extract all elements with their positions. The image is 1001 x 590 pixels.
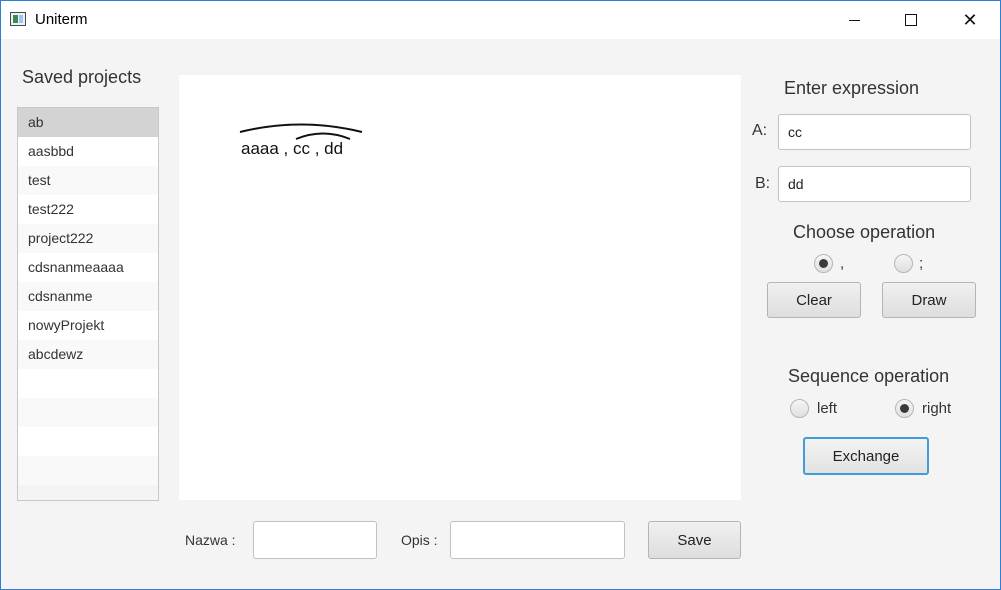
list-item[interactable]: test222 bbox=[18, 195, 158, 224]
list-item[interactable]: aasbbd bbox=[18, 137, 158, 166]
outer-arc bbox=[239, 123, 363, 133]
saved-projects-title: Saved projects bbox=[22, 67, 142, 87]
list-empty-row bbox=[18, 398, 158, 427]
drawing-canvas: aaaa , cc , dd bbox=[179, 75, 741, 500]
semicolon-radio[interactable] bbox=[894, 254, 913, 273]
list-item[interactable]: cdsnanme bbox=[18, 282, 158, 311]
clear-button[interactable]: Clear bbox=[767, 282, 861, 318]
opis-label: Opis : bbox=[401, 532, 438, 548]
b-label: B: bbox=[755, 175, 771, 192]
app-icon bbox=[10, 12, 26, 26]
drawn-expression: aaaa , cc , dd bbox=[241, 139, 344, 158]
right-radio-label: right bbox=[922, 400, 952, 417]
list-item[interactable]: ab bbox=[18, 108, 158, 137]
list-item[interactable]: abcdewz bbox=[18, 340, 158, 369]
list-item[interactable]: project222 bbox=[18, 224, 158, 253]
left-radio[interactable] bbox=[790, 399, 809, 418]
nazwa-input[interactable] bbox=[253, 521, 377, 559]
right-radio[interactable] bbox=[895, 399, 914, 418]
close-button[interactable]: ✕ bbox=[947, 1, 993, 39]
nazwa-label: Nazwa : bbox=[185, 532, 236, 548]
left-radio-label: left bbox=[817, 400, 838, 417]
choose-operation-title: Choose operation bbox=[793, 222, 936, 242]
sequence-operation-title: Sequence operation bbox=[788, 366, 950, 386]
b-input[interactable] bbox=[778, 166, 971, 202]
window-title: Uniterm bbox=[35, 11, 88, 28]
saved-projects-list[interactable]: ab aasbbd test test222 project222 cdsnanmeaaa… bbox=[17, 107, 159, 501]
list-empty-row bbox=[18, 456, 158, 485]
list-item[interactable]: cdsnanmeaaaa bbox=[18, 253, 158, 282]
draw-button[interactable]: Draw bbox=[882, 282, 976, 318]
list-item[interactable]: nowyProjekt bbox=[18, 311, 158, 340]
exchange-button[interactable]: Exchange bbox=[803, 437, 929, 475]
list-item[interactable]: test bbox=[18, 166, 158, 195]
minimize-button[interactable] bbox=[831, 1, 877, 39]
semicolon-radio-label: ; bbox=[919, 255, 924, 272]
a-input[interactable] bbox=[778, 114, 971, 150]
maximize-icon bbox=[905, 14, 917, 26]
save-button[interactable]: Save bbox=[648, 521, 741, 559]
list-empty-row bbox=[18, 427, 158, 456]
a-label: A: bbox=[752, 122, 768, 139]
opis-input[interactable] bbox=[450, 521, 625, 559]
maximize-button[interactable] bbox=[888, 1, 934, 39]
comma-radio-label: , bbox=[840, 255, 845, 272]
title-bar: Uniterm ✕ bbox=[1, 1, 1000, 39]
enter-expression-title: Enter expression bbox=[784, 78, 920, 98]
close-icon: ✕ bbox=[962, 9, 978, 30]
list-empty-row bbox=[18, 369, 158, 398]
comma-radio[interactable] bbox=[814, 254, 833, 273]
minimize-icon bbox=[848, 19, 860, 21]
